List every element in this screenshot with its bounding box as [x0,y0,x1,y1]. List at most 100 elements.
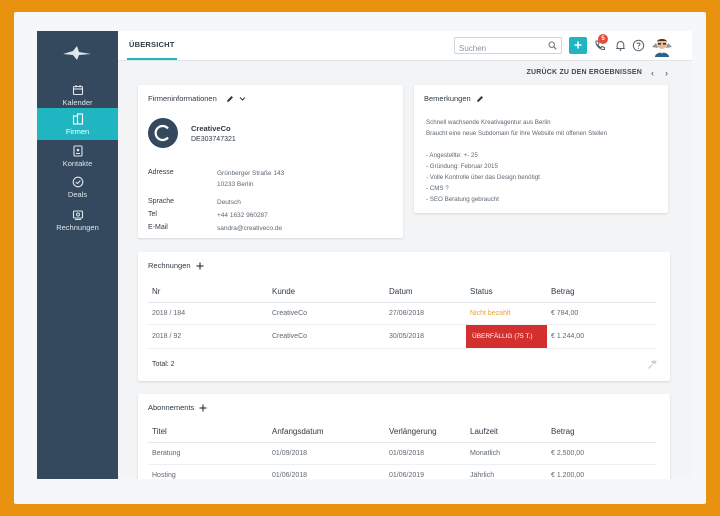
language-value: Deutsch [217,199,241,206]
chevron-down-icon[interactable] [239,95,246,102]
prev-record-button[interactable]: ‹ [651,68,654,78]
invoice-customer: CreativeCo [268,324,385,349]
edit-pencil-icon[interactable] [226,95,234,103]
sidebar-item-rechnungen[interactable]: Rechnungen [37,204,118,236]
remark-line: - SEO Beratung gebraucht [426,196,499,203]
remark-line: - Gründung: Februar 2015 [426,163,498,170]
company-logo [148,118,178,148]
notification-badge: 5 [598,34,608,44]
remark-line: Braucht eine neue Subdomain für ihre Web… [426,130,608,137]
table-row[interactable]: 2018 / 92 CreativeCo 30/05/2018 ÜBERFÄLL… [148,324,656,349]
card-title: Bemerkungen [424,94,471,103]
invoice-amount: € 784,00 [547,302,656,325]
address-line-1: Grünberger Straße 143 [217,170,285,177]
card-title: Abonnements [148,403,195,412]
add-button[interactable] [569,37,587,54]
subscription-renewal: 01/09/2018 [385,442,466,465]
wrench-icon[interactable] [647,360,657,370]
sidebar-item-label: Kalender [62,97,93,107]
column-header[interactable]: Datum [385,282,466,303]
company-info-card: Firmeninformationen CreativeCo DE3037473… [138,85,403,238]
subscription-start: 01/09/2018 [268,442,385,465]
company-logo-icon [154,124,169,142]
back-to-results-link[interactable]: ZURÜCK ZU DEN ERGEBNISSEN [527,69,642,76]
table-row[interactable]: 2018 / 184 CreativeCo 27/08/2018 Nicht b… [148,302,656,325]
subscriptions-card: Abonnements Titel Anfangsdatum Verlänger… [138,394,670,479]
address-line-2: 10233 Berlin [217,181,254,188]
address-label: Adresse [148,169,174,176]
sidebar-item-kalender[interactable]: Kalender [37,79,118,111]
status-unpaid: Nicht bezahlt [466,302,547,325]
invoice-number: 2018 / 92 [148,324,268,349]
column-header[interactable]: Betrag [547,422,656,443]
remark-line: - CMS ? [426,185,449,192]
next-record-button[interactable]: › [665,68,668,78]
invoice-number: 2018 / 184 [148,302,268,325]
invoices-table: Nr Kunde Datum Status Betrag 2018 / 184 … [148,282,656,349]
phone-value[interactable]: +44 1632 960287 [217,212,268,219]
invoices-card: Rechnungen Nr Kunde Datum Status Betrag … [138,252,670,381]
sidebar: Kalender Firmen Kontakte Deals Rechnunge… [37,31,118,479]
invoice-date: 27/08/2018 [385,302,466,325]
remark-line: - Volle Kontrolle über das Design benöti… [426,174,540,181]
subscriptions-card-header: Abonnements [148,403,207,412]
subscription-title: Beratung [148,442,268,465]
company-name: CreativeCo [191,124,231,133]
plus-icon [574,41,582,49]
sidebar-item-firmen[interactable]: Firmen [37,108,118,140]
edit-pencil-icon[interactable] [476,95,484,103]
remarks-card-header: Bemerkungen [424,94,484,103]
card-title: Rechnungen [148,261,191,270]
subscription-title: Hosting [148,464,268,479]
column-header[interactable]: Laufzeit [466,422,547,443]
sidebar-item-label: Kontakte [62,158,93,168]
subscription-term: Monatlich [466,442,547,465]
sidebar-item-deals[interactable]: Deals [37,171,118,203]
column-header[interactable]: Betrag [547,282,656,303]
invoice-icon [72,209,83,220]
column-header[interactable]: Nr [148,282,268,303]
column-header[interactable]: Verlängerung [385,422,466,443]
sidebar-item-label: Rechnungen [56,222,99,232]
remark-line: - Angestellte: +- 25 [426,152,478,159]
invoice-date: 30/05/2018 [385,324,466,349]
app-window: Kalender Firmen Kontakte Deals Rechnunge… [37,31,692,479]
column-header[interactable]: Status [466,282,547,303]
search-input[interactable] [455,41,543,56]
remarks-card: Bemerkungen Schnell wachsende Kreativage… [414,85,668,213]
email-value[interactable]: sandra@creativeco.de [217,225,282,232]
contacts-icon [72,144,83,157]
user-avatar[interactable] [651,35,673,57]
table-row[interactable]: Hosting 01/06/2018 01/06/2019 Jährlich €… [148,464,656,479]
add-subscription-icon[interactable] [199,404,207,412]
table-row[interactable]: Beratung 01/09/2018 01/09/2018 Monatlich… [148,442,656,465]
invoices-card-header: Rechnungen [148,261,204,270]
tab-overview[interactable]: ÜBERSICHT [129,40,175,49]
add-invoice-icon[interactable] [196,262,204,270]
sidebar-item-kontakte[interactable]: Kontakte [37,140,118,172]
column-header[interactable]: Titel [148,422,268,443]
search-icon[interactable] [548,41,557,50]
top-bar: ÜBERSICHT 5 [118,31,692,61]
calendar-icon [72,84,83,95]
invoices-total: Total: 2 [152,361,175,368]
invoice-amount: € 1.244,00 [547,324,656,349]
subscription-renewal: 01/06/2019 [385,464,466,479]
column-header[interactable]: Anfangsdatum [268,422,385,443]
bell-icon[interactable] [614,39,627,52]
column-header[interactable]: Kunde [268,282,385,303]
subscription-term: Jährlich [466,464,547,479]
brand-logo-icon[interactable] [61,45,93,61]
invoice-customer: CreativeCo [268,302,385,325]
email-label: E-Mail [148,224,168,231]
company-card-header: Firmeninformationen [148,94,246,103]
phone-label: Tel [148,211,157,218]
help-icon[interactable] [632,39,645,52]
subscription-start: 01/06/2018 [268,464,385,479]
sidebar-item-label: Firmen [65,126,90,136]
status-overdue-badge: ÜBERFÄLLIG (75 T.) [466,324,547,349]
language-label: Sprache [148,198,175,205]
active-tab-indicator [127,58,177,60]
building-icon [72,112,83,125]
subscriptions-table: Titel Anfangsdatum Verlängerung Laufzeit… [148,422,656,479]
